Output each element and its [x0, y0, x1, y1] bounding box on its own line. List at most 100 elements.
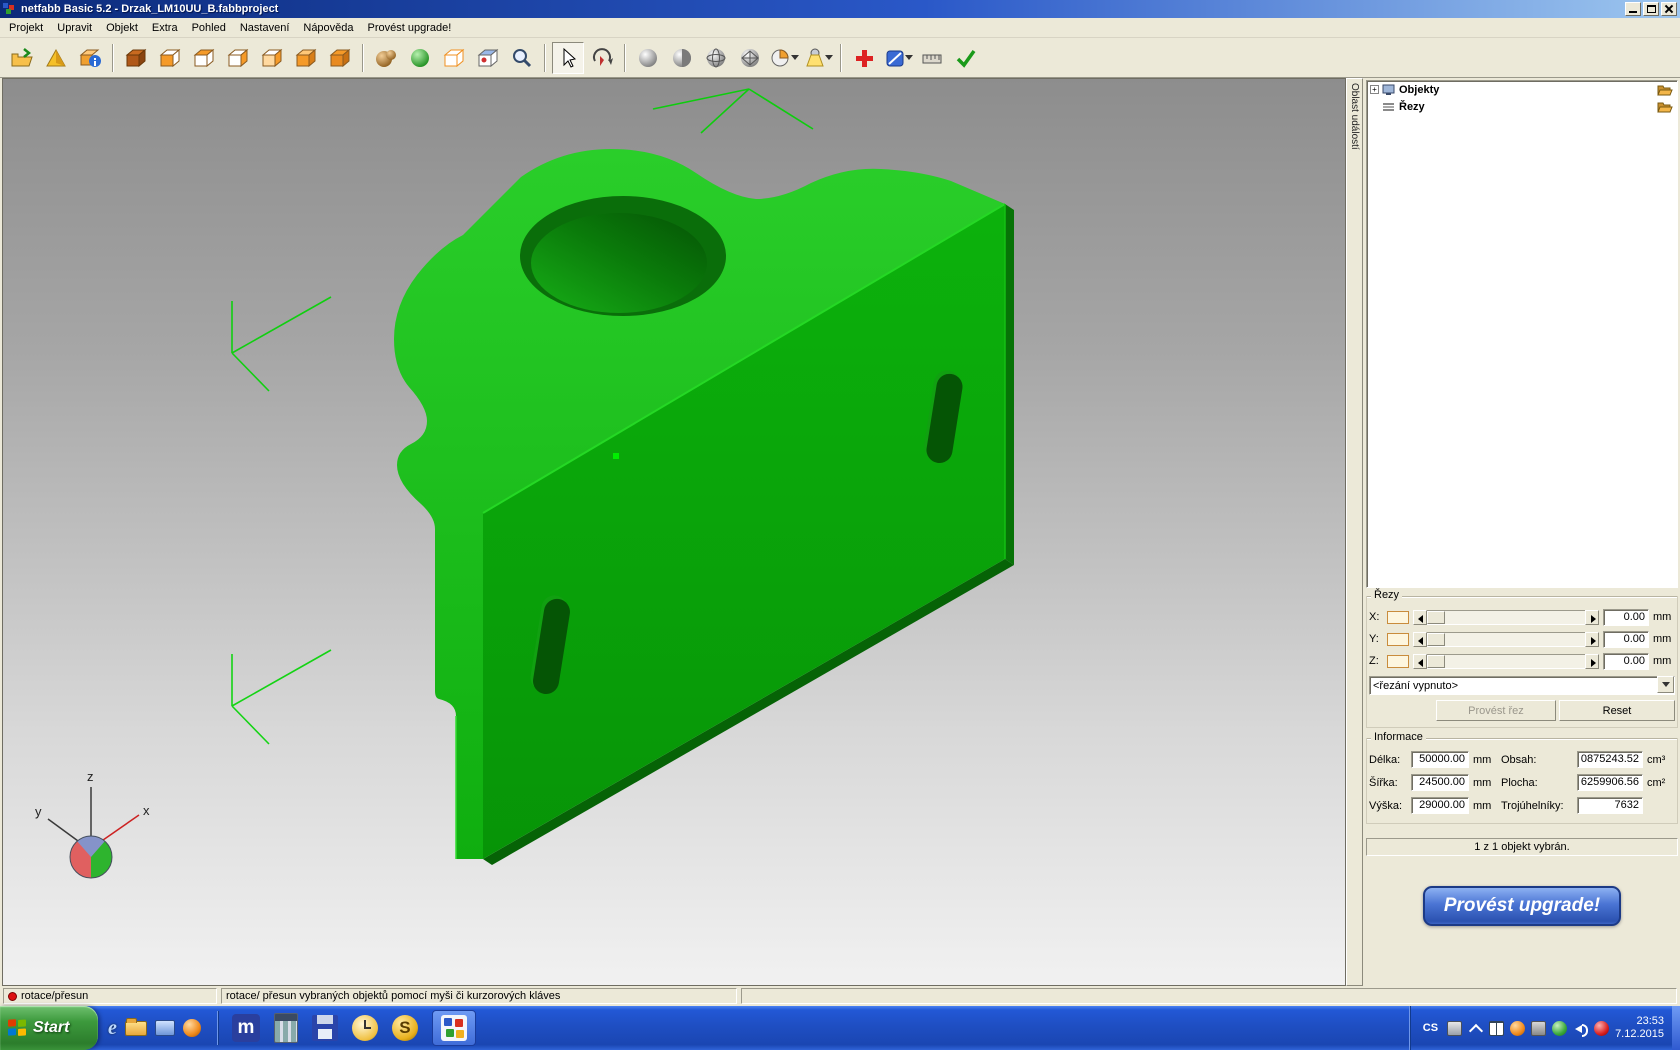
y-slider-left-arrow[interactable]: [1413, 632, 1427, 647]
app-s-icon[interactable]: S: [392, 1015, 418, 1041]
cut-tool-dropdown-arrow[interactable]: [905, 55, 913, 60]
tray-shield-icon[interactable]: [1552, 1021, 1567, 1036]
platform-box-button[interactable]: [472, 42, 504, 74]
slice-view-dropdown-arrow[interactable]: [791, 55, 799, 60]
titlebar[interactable]: netfabb Basic 5.2 - Drzak_LM10UU_B.fabbp…: [0, 0, 1680, 18]
upgrade-button[interactable]: Provést upgrade!: [1423, 886, 1621, 926]
z-slider-left-arrow[interactable]: [1413, 654, 1427, 669]
tray-hide-icons-chevron[interactable]: [1468, 1021, 1483, 1036]
minimize-button[interactable]: [1625, 2, 1641, 16]
tray-printer-icon[interactable]: [1447, 1021, 1462, 1036]
repair-part-button[interactable]: [370, 42, 402, 74]
tray-clock[interactable]: 23:53 7.12.2015: [1615, 1015, 1666, 1041]
netfabb-taskbar-button[interactable]: [432, 1010, 476, 1046]
menu-napoveda[interactable]: Nápověda: [296, 20, 360, 36]
clock-app-icon[interactable]: [352, 1015, 378, 1041]
folder-icon[interactable]: [125, 1021, 147, 1036]
measure-tool-button[interactable]: [916, 42, 948, 74]
shading-wireframe-button[interactable]: [700, 42, 732, 74]
height-field[interactable]: 29000.00: [1411, 797, 1469, 814]
area-field[interactable]: 6259906.56: [1577, 774, 1643, 791]
menu-extra[interactable]: Extra: [145, 20, 185, 36]
maximize-button[interactable]: [1643, 2, 1659, 16]
tree-expander-icon[interactable]: +: [1370, 85, 1379, 94]
volume-field[interactable]: 0875243.52: [1577, 751, 1643, 768]
view-right-button[interactable]: [256, 42, 288, 74]
y-slider-track[interactable]: [1427, 632, 1585, 647]
open-folder-icon[interactable]: [1657, 83, 1674, 96]
view-back-button[interactable]: [188, 42, 220, 74]
new-part-button[interactable]: [404, 42, 436, 74]
bounding-box-button[interactable]: [438, 42, 470, 74]
cut-tool-button[interactable]: [882, 42, 914, 74]
open-folder-icon[interactable]: [1657, 100, 1674, 113]
close-button[interactable]: [1661, 2, 1677, 16]
model-drzak-lm10uu[interactable]: [394, 149, 1014, 865]
cut-mode-select[interactable]: <řezání vypnuto>: [1369, 676, 1675, 695]
view-left-button[interactable]: [222, 42, 254, 74]
lighting-dropdown-arrow[interactable]: [825, 55, 833, 60]
x-slider-track[interactable]: [1427, 610, 1585, 625]
show-desktop-strip[interactable]: [1672, 1006, 1680, 1050]
y-slider[interactable]: [1413, 632, 1599, 647]
view-top-button[interactable]: [290, 42, 322, 74]
add-part-button[interactable]: [40, 42, 72, 74]
x-slider-thumb[interactable]: [1427, 611, 1445, 624]
tray-device-icon[interactable]: [1531, 1021, 1546, 1036]
rotate-tool-button[interactable]: [586, 42, 618, 74]
zoom-to-fit-button[interactable]: [506, 42, 538, 74]
view-isometric-button[interactable]: [120, 42, 152, 74]
tree-item-objekty[interactable]: + Objekty: [1367, 81, 1677, 98]
tray-alert-icon[interactable]: [1594, 1021, 1609, 1036]
events-panel-tab[interactable]: Oblast událostí: [1346, 78, 1363, 986]
shading-half-button[interactable]: [666, 42, 698, 74]
z-plane-swatch[interactable]: [1387, 655, 1409, 668]
lighting-button[interactable]: [802, 42, 834, 74]
z-slider-thumb[interactable]: [1427, 655, 1445, 668]
media-player-icon[interactable]: [183, 1019, 201, 1037]
x-value-field[interactable]: 0.00: [1603, 609, 1649, 626]
tree-item-rezy[interactable]: Řezy: [1367, 98, 1677, 115]
tray-update-icon[interactable]: [1510, 1021, 1525, 1036]
add-object-button[interactable]: [848, 42, 880, 74]
open-project-button[interactable]: [6, 42, 38, 74]
reset-button[interactable]: Reset: [1559, 700, 1675, 721]
x-plane-swatch[interactable]: [1387, 611, 1409, 624]
start-button[interactable]: Start: [0, 1006, 98, 1050]
ie-icon[interactable]: e: [108, 1017, 117, 1040]
z-slider-right-arrow[interactable]: [1585, 654, 1599, 669]
shading-solid-button[interactable]: [632, 42, 664, 74]
width-field[interactable]: 24500.00: [1411, 774, 1469, 791]
execute-cut-button[interactable]: Provést řez: [1436, 700, 1556, 721]
length-field[interactable]: 50000.00: [1411, 751, 1469, 768]
app-m-icon[interactable]: m: [232, 1014, 260, 1042]
x-slider-right-arrow[interactable]: [1585, 610, 1599, 625]
z-slider-track[interactable]: [1427, 654, 1585, 669]
project-info-button[interactable]: [74, 42, 106, 74]
triangles-field[interactable]: 7632: [1577, 797, 1643, 814]
x-slider-left-arrow[interactable]: [1413, 610, 1427, 625]
tray-volume-icon[interactable]: [1573, 1021, 1588, 1036]
view-front-button[interactable]: [154, 42, 186, 74]
menu-upravit[interactable]: Upravit: [50, 20, 99, 36]
slice-view-button[interactable]: [768, 42, 800, 74]
language-indicator[interactable]: CS: [1420, 1022, 1441, 1034]
menu-pohled[interactable]: Pohled: [185, 20, 233, 36]
menu-objekt[interactable]: Objekt: [99, 20, 145, 36]
view-bottom-button[interactable]: [324, 42, 356, 74]
calculator-icon[interactable]: [274, 1013, 298, 1043]
tray-grid-icon[interactable]: [1489, 1021, 1504, 1036]
y-value-field[interactable]: 0.00: [1603, 631, 1649, 648]
cut-mode-dropdown-button[interactable]: [1657, 676, 1674, 693]
menu-projekt[interactable]: Projekt: [2, 20, 50, 36]
z-slider[interactable]: [1413, 654, 1599, 669]
shading-mesh-button[interactable]: [734, 42, 766, 74]
x-slider[interactable]: [1413, 610, 1599, 625]
y-plane-swatch[interactable]: [1387, 633, 1409, 646]
window-icon[interactable]: [155, 1020, 175, 1036]
menu-nastaveni[interactable]: Nastavení: [233, 20, 297, 36]
y-slider-right-arrow[interactable]: [1585, 632, 1599, 647]
select-tool-button[interactable]: [552, 42, 584, 74]
y-slider-thumb[interactable]: [1427, 633, 1445, 646]
z-value-field[interactable]: 0.00: [1603, 653, 1649, 670]
